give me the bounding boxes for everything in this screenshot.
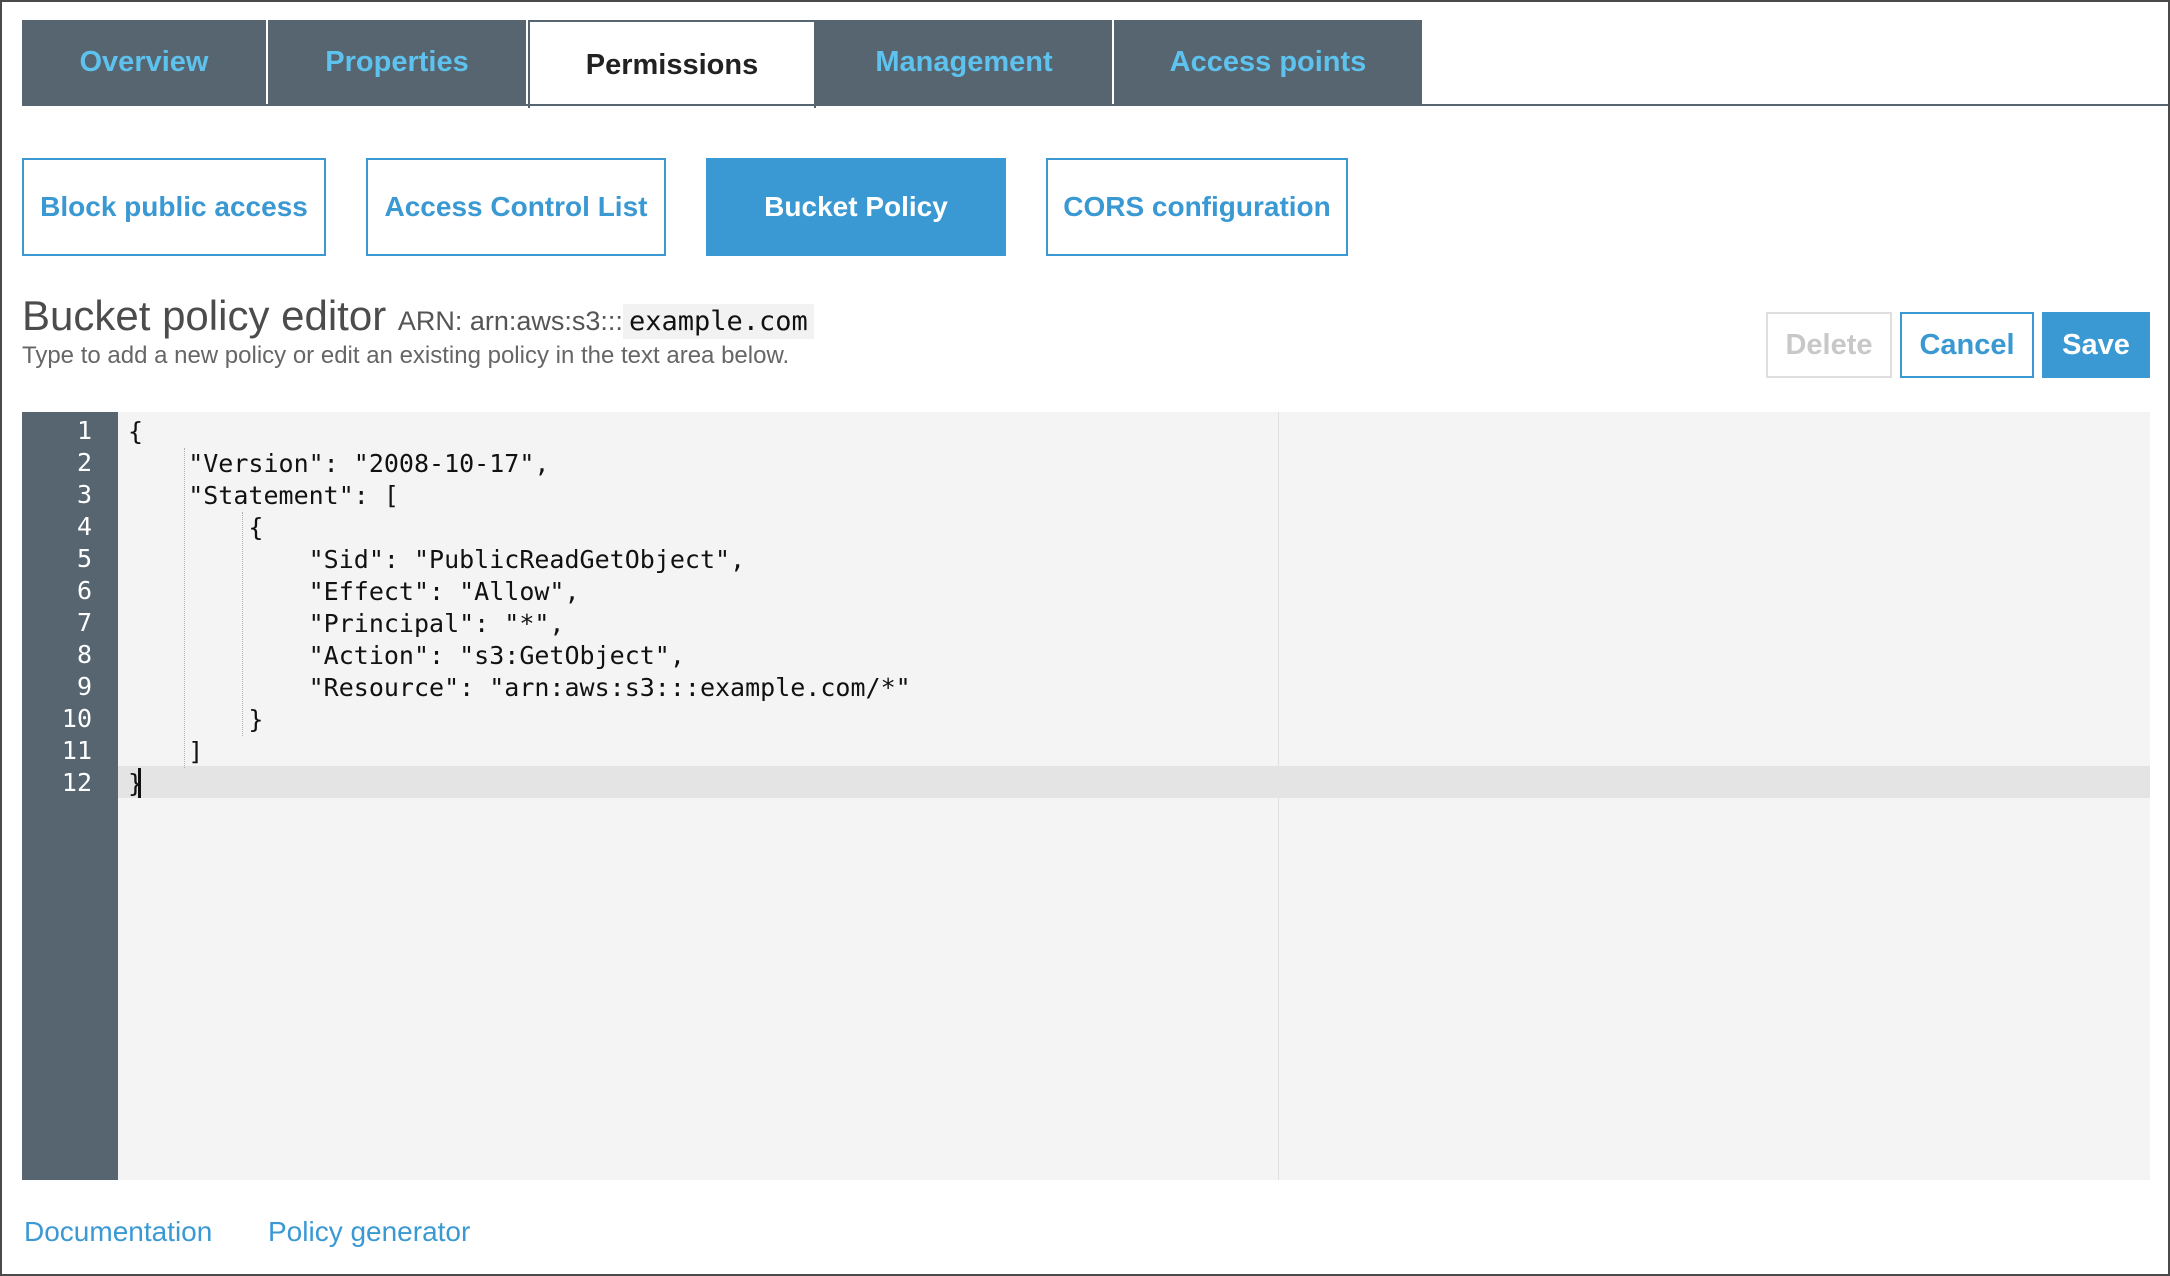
text-cursor — [138, 768, 141, 798]
page-title: Bucket policy editor ARN: arn:aws:s3::: e… — [22, 292, 814, 340]
line-number: 4 — [76, 512, 92, 541]
button-label: Bucket Policy — [764, 191, 948, 222]
line-number-gutter: 1 2 3 4 5 6 7 8 9 10 11 12 — [22, 412, 118, 1180]
delete-button[interactable]: Delete — [1766, 312, 1892, 378]
code-line: "Resource": "arn:aws:s3:::example.com/*" — [128, 673, 911, 702]
tab-bar: Overview Properties Permissions Manageme… — [22, 20, 1424, 108]
policy-code-editor[interactable]: 1 2 3 4 5 6 7 8 9 10 11 12 { "Version": … — [22, 412, 2150, 1180]
editor-subtitle: Type to add a new policy or edit an exis… — [22, 342, 790, 369]
tab-label: Access points — [1169, 45, 1367, 78]
code-line: "Statement": [ — [128, 481, 399, 510]
editor-title-text: Bucket policy editor — [22, 292, 387, 339]
cors-configuration-button[interactable]: CORS configuration — [1046, 158, 1348, 256]
line-number: 6 — [76, 576, 92, 605]
tab-properties[interactable]: Properties — [268, 20, 528, 104]
code-line: "Action": "s3:GetObject", — [128, 641, 685, 670]
bucket-policy-button[interactable]: Bucket Policy — [706, 158, 1006, 256]
tab-divider — [22, 104, 2168, 106]
tab-overview[interactable]: Overview — [22, 20, 268, 104]
tab-label: Permissions — [585, 48, 759, 81]
tab-label: Properties — [325, 45, 469, 78]
code-line: ] — [128, 737, 204, 766]
button-label: Block public access — [40, 191, 308, 222]
policy-generator-link[interactable]: Policy generator — [268, 1216, 470, 1248]
tab-management[interactable]: Management — [816, 20, 1114, 104]
tab-permissions[interactable]: Permissions — [528, 20, 816, 108]
save-button[interactable]: Save — [2042, 312, 2150, 378]
code-line: "Sid": "PublicReadGetObject", — [128, 545, 746, 574]
line-number: 7 — [76, 608, 92, 637]
line-number: 5 — [76, 544, 92, 573]
line-number: 1 — [76, 416, 92, 445]
active-line-highlight — [118, 766, 2150, 798]
arn-prefix: ARN: arn:aws:s3::: — [397, 306, 623, 336]
arn-bucket: example.com — [622, 304, 814, 339]
documentation-link[interactable]: Documentation — [24, 1216, 212, 1248]
button-label: CORS configuration — [1063, 191, 1331, 222]
code-line: "Version": "2008-10-17", — [128, 449, 550, 478]
tab-label: Management — [875, 45, 1053, 78]
line-number: 11 — [61, 736, 92, 765]
line-number: 12 — [61, 768, 92, 797]
line-number: 3 — [76, 480, 92, 509]
line-number: 2 — [76, 448, 92, 477]
code-line: "Effect": "Allow", — [128, 577, 580, 606]
tab-access-points[interactable]: Access points — [1114, 20, 1424, 104]
line-number: 10 — [61, 704, 92, 733]
line-number: 9 — [76, 672, 92, 701]
code-line: "Principal": "*", — [128, 609, 565, 638]
code-line: } — [128, 705, 264, 734]
line-number: 8 — [76, 640, 92, 669]
tab-label: Overview — [79, 45, 209, 78]
button-label: Access Control List — [384, 191, 648, 222]
access-control-list-button[interactable]: Access Control List — [366, 158, 666, 256]
code-line: { — [128, 513, 264, 542]
cancel-button[interactable]: Cancel — [1900, 312, 2034, 378]
block-public-access-button[interactable]: Block public access — [22, 158, 326, 256]
code-line: { — [128, 417, 144, 446]
